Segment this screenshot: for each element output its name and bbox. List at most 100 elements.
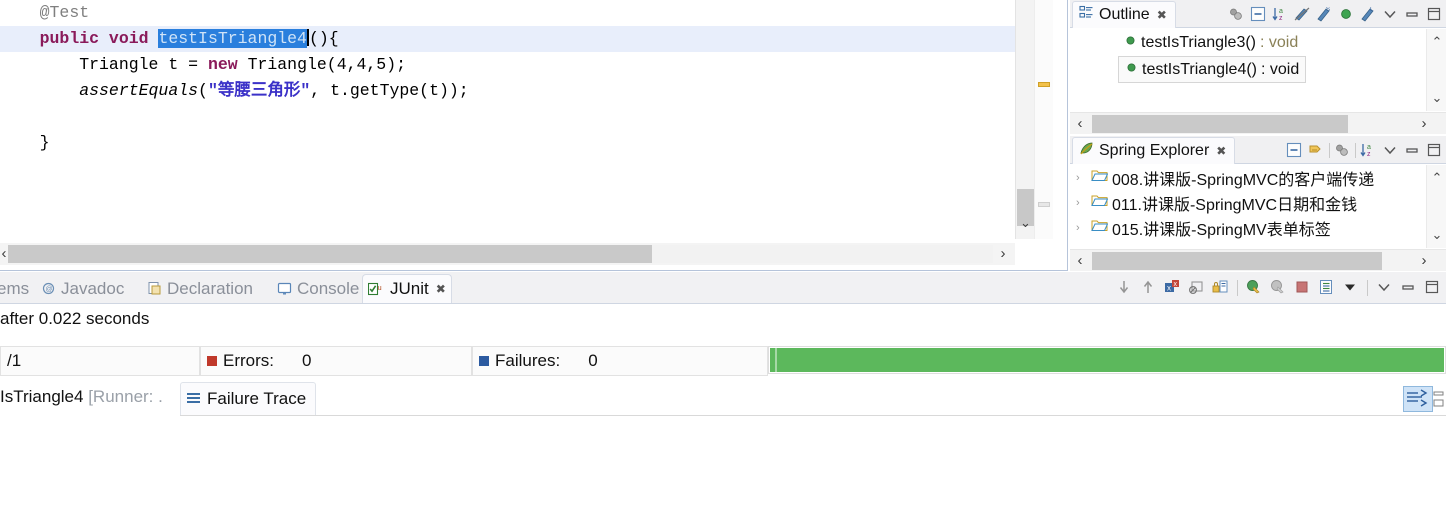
rerun-failed-icon[interactable] <box>1269 278 1288 297</box>
outline-toolbar: az S L <box>1227 0 1444 28</box>
method-public-icon <box>1124 34 1137 52</box>
outline-tree[interactable]: testIsTriangle3() : void testIsTriangle4(… <box>1070 29 1426 111</box>
outline-vertical-scrollbar[interactable]: ⌃ ⌄ <box>1426 29 1446 111</box>
next-failure-icon[interactable] <box>1115 278 1134 297</box>
link-with-editor-icon[interactable] <box>1307 141 1326 160</box>
hide-fields-icon[interactable] <box>1293 5 1312 24</box>
spring-explorer-vertical-scrollbar[interactable]: ⌃ ⌄ <box>1426 165 1446 248</box>
failure-trace-menu-icon[interactable] <box>1432 388 1446 410</box>
spring-horizontal-scrollbar-thumb[interactable] <box>1092 252 1382 270</box>
tab-declaration[interactable]: Declaration <box>142 274 258 303</box>
junit-view-panel: ems @ Javadoc Declaration Console u JUnit ✖ xx … <box>0 272 1446 520</box>
code-line[interactable]: assertEquals("等腰三角形", t.getType(t)); <box>0 78 1015 104</box>
sort-icon[interactable]: az <box>1271 5 1290 24</box>
maximize-icon[interactable] <box>1425 141 1444 160</box>
outline-horizontal-scrollbar-thumb[interactable] <box>1092 115 1348 133</box>
tab-junit[interactable]: u JUnit ✖ <box>362 274 452 303</box>
minimize-icon[interactable] <box>1403 5 1422 24</box>
outline-hscroll-left-button[interactable]: ‹ <box>1070 113 1090 135</box>
hide-static-icon[interactable]: S <box>1315 5 1334 24</box>
show-failures-only-icon[interactable]: xx <box>1163 278 1182 297</box>
outline-horizontal-scrollbar[interactable]: ‹ › <box>1070 112 1446 134</box>
spring-explorer-tree[interactable]: › 008.讲课版-SpringMVC的客户端传递 › 011.讲课版-SpringM… <box>1070 165 1426 248</box>
close-icon[interactable]: ✖ <box>436 282 446 296</box>
folder-icon <box>1091 193 1109 212</box>
code-line[interactable]: Triangle t = new Triangle(4,4,5); <box>0 52 1015 78</box>
dropdown-icon[interactable] <box>1341 278 1360 297</box>
code-line[interactable]: @Test <box>0 0 1015 26</box>
code-line[interactable] <box>0 104 1015 130</box>
editor-scroll-down-button[interactable]: ⌄ <box>1016 214 1035 232</box>
outline-item[interactable]: testIsTriangle4() : void <box>1118 56 1307 83</box>
editor-overview-ruler[interactable] <box>1034 0 1053 239</box>
chevron-right-icon[interactable]: › <box>1076 222 1087 234</box>
filter-stack-trace-icon[interactable] <box>1403 386 1433 412</box>
editor-horizontal-scrollbar-thumb[interactable] <box>8 245 652 263</box>
code-line[interactable]: public void testIsTriangle4(){ <box>0 26 1015 52</box>
spring-scroll-down-button[interactable]: ⌄ <box>1427 225 1446 245</box>
junit-runner-line[interactable]: IsTriangle4 [Runner: . <box>0 387 163 407</box>
tab-outline[interactable]: Outline ✖ <box>1072 1 1176 28</box>
show-ignored-icon[interactable] <box>1187 278 1206 297</box>
tab-failure-trace[interactable]: Failure Trace <box>180 382 317 415</box>
rerun-test-icon[interactable] <box>1245 278 1264 297</box>
chevron-right-icon[interactable]: › <box>1076 197 1087 209</box>
junit-errors-count: 0 <box>302 351 312 370</box>
view-menu-icon[interactable] <box>1381 141 1400 160</box>
editor-scroll-right-button[interactable]: › <box>993 243 1013 265</box>
test-run-history-icon[interactable] <box>1317 278 1336 297</box>
close-icon[interactable]: ✖ <box>1157 8 1167 22</box>
spring-explorer-horizontal-scrollbar[interactable]: ‹ › <box>1070 249 1446 271</box>
spring-explorer-item[interactable]: › 008.讲课版-SpringMVC的客户端传递 <box>1070 165 1426 190</box>
bottom-tab-label: ems <box>0 278 30 298</box>
tab-spring-explorer[interactable]: Spring Explorer ✖ <box>1072 137 1236 164</box>
spring-explorer-item[interactable]: › 015.讲课版-SpringMV表单标签 <box>1070 215 1426 240</box>
outline-item-return-type: : void <box>1261 60 1300 78</box>
previous-failure-icon[interactable] <box>1139 278 1158 297</box>
sort-icon[interactable]: az <box>1359 141 1378 160</box>
focus-on-active-task-icon[interactable] <box>1227 5 1246 24</box>
minimize-icon[interactable] <box>1399 278 1418 297</box>
maximize-icon[interactable] <box>1425 5 1444 24</box>
code-line[interactable]: } <box>0 130 1015 156</box>
editor-vertical-scrollbar[interactable]: ⌄ <box>1015 0 1034 239</box>
chevron-right-icon[interactable]: › <box>1076 172 1087 184</box>
code-token-plain: (){ <box>308 29 339 48</box>
failure-trace-label: Failure Trace <box>207 389 307 408</box>
overview-ruler-marker-2[interactable] <box>1038 202 1050 207</box>
collapse-all-icon[interactable] <box>1285 141 1304 160</box>
tab-ems[interactable]: ems <box>0 274 34 303</box>
editor-scroll-left-button[interactable]: ‹ <box>0 243 12 265</box>
hide-local-types-icon[interactable]: L <box>1359 5 1378 24</box>
focus-on-active-task-icon[interactable] <box>1333 141 1352 160</box>
overview-ruler-marker[interactable] <box>1038 82 1050 87</box>
stop-icon[interactable] <box>1293 278 1312 297</box>
outline-item[interactable]: testIsTriangle3() : void <box>1118 29 1304 56</box>
outline-hscroll-right-button[interactable]: › <box>1414 113 1434 135</box>
spring-scroll-up-button[interactable]: ⌃ <box>1427 168 1446 188</box>
spring-hscroll-left-button[interactable]: ‹ <box>1070 250 1090 272</box>
lock-scroll-icon[interactable] <box>1211 278 1230 297</box>
minimize-icon[interactable] <box>1403 141 1422 160</box>
code-area[interactable]: @Test public void testIsTriangle4(){ Tri… <box>0 0 1015 239</box>
svg-text:S: S <box>1326 7 1330 13</box>
outline-item-label: testIsTriangle4() <box>1142 60 1257 78</box>
spring-explorer-item[interactable]: › 011.讲课版-SpringMVC日期和金钱 <box>1070 190 1426 215</box>
javadoc-icon: @ <box>41 281 56 296</box>
spring-hscroll-right-button[interactable]: › <box>1414 250 1434 272</box>
tab-console[interactable]: Console <box>272 274 364 303</box>
editor-horizontal-scrollbar[interactable]: ‹ › <box>0 243 1015 265</box>
hide-nonpublic-icon[interactable] <box>1337 5 1356 24</box>
view-menu-icon[interactable] <box>1375 278 1394 297</box>
java-editor-panel[interactable]: @Test public void testIsTriangle4(){ Tri… <box>0 0 1068 271</box>
outline-scroll-down-button[interactable]: ⌄ <box>1427 88 1446 108</box>
bottom-tab-label: Javadoc <box>61 278 125 298</box>
close-icon[interactable]: ✖ <box>1216 144 1226 158</box>
collapse-all-icon[interactable] <box>1249 5 1268 24</box>
outline-scroll-up-button[interactable]: ⌃ <box>1427 32 1446 52</box>
view-menu-icon[interactable] <box>1381 5 1400 24</box>
svg-text:z: z <box>1367 151 1371 158</box>
tab-javadoc[interactable]: @ Javadoc <box>36 274 129 303</box>
maximize-icon[interactable] <box>1423 278 1442 297</box>
